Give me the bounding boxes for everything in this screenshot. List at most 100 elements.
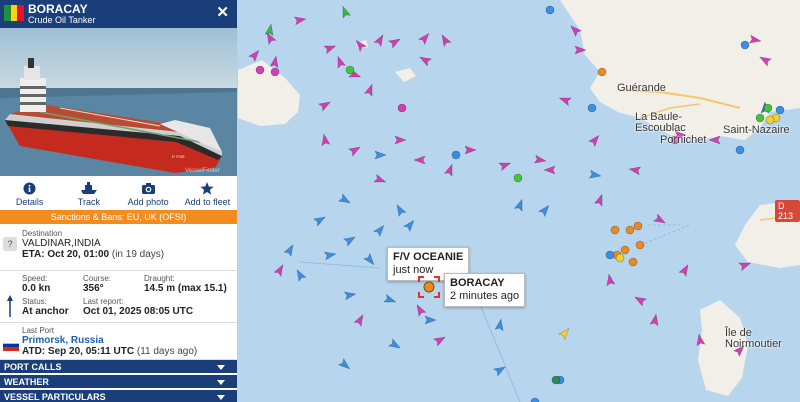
vessel-marker[interactable] <box>464 145 477 155</box>
vessel-marker[interactable] <box>735 145 745 155</box>
vessel-marker[interactable] <box>628 257 638 267</box>
vessel-marker[interactable] <box>558 94 572 107</box>
vessel-marker[interactable] <box>334 55 347 69</box>
add-photo-button[interactable]: Add photo <box>120 182 176 210</box>
vessel-marker[interactable] <box>353 38 367 53</box>
vessel-marker[interactable] <box>533 154 547 165</box>
vessel-marker[interactable] <box>498 159 512 172</box>
vessel-marker[interactable] <box>313 214 328 227</box>
selected-vessel-marker[interactable] <box>418 276 440 298</box>
vessel-marker[interactable] <box>593 193 606 207</box>
vessel-marker[interactable] <box>763 103 773 113</box>
vessel-marker[interactable] <box>587 103 597 113</box>
vessel-marker[interactable] <box>293 15 307 26</box>
vessel-marker[interactable] <box>530 397 540 402</box>
vessel-marker[interactable] <box>339 5 352 19</box>
vessel-marker[interactable] <box>248 48 262 63</box>
vessel-photo[interactable]: P. FOS VesselFinder <box>0 28 237 176</box>
vessel-marker[interactable] <box>605 250 615 260</box>
vessel-tooltip-boracay[interactable]: BORACAY 2 minutes ago <box>444 273 526 307</box>
add-to-fleet-button[interactable]: Add to fleet <box>179 182 235 210</box>
vessel-marker[interactable] <box>755 113 765 123</box>
vessel-marker[interactable] <box>397 103 407 113</box>
vessel-marker[interactable] <box>493 364 508 377</box>
vessel-marker[interactable] <box>615 253 625 263</box>
section-vessel-particulars[interactable]: VESSEL PARTICULARS <box>0 390 237 402</box>
vessel-marker[interactable] <box>363 83 376 97</box>
vessel-marker[interactable] <box>558 326 572 341</box>
vessel-marker[interactable] <box>758 54 772 67</box>
vessel-marker[interactable] <box>318 99 333 112</box>
vessel-marker[interactable] <box>343 290 357 301</box>
vessel-marker[interactable] <box>424 315 437 325</box>
vessel-marker[interactable] <box>574 45 587 55</box>
vessel-marker[interactable] <box>588 169 602 180</box>
vessel-marker[interactable] <box>628 165 642 176</box>
vessel-marker[interactable] <box>588 133 602 148</box>
vessel-marker[interactable] <box>765 115 775 125</box>
vessel-marker[interactable] <box>748 34 762 45</box>
vessel-marker[interactable] <box>543 165 556 175</box>
section-port-calls[interactable]: PORT CALLS <box>0 360 237 375</box>
vessel-marker[interactable] <box>568 23 583 38</box>
vessel-marker[interactable] <box>633 221 643 231</box>
close-icon[interactable]: ✕ <box>216 5 229 21</box>
vessel-marker[interactable] <box>439 33 452 47</box>
vessel-marker[interactable] <box>635 240 645 250</box>
vessel-marker[interactable] <box>418 54 432 67</box>
vessel-marker[interactable] <box>443 163 456 177</box>
vessel-marker[interactable] <box>433 334 448 347</box>
vessel-marker[interactable] <box>414 303 427 317</box>
vessel-marker[interactable] <box>388 338 403 351</box>
vessel-marker[interactable] <box>373 223 387 238</box>
section-weather[interactable]: WEATHER <box>0 375 237 390</box>
vessel-marker[interactable] <box>283 243 296 257</box>
vessel-marker[interactable] <box>337 358 353 372</box>
vessel-marker[interactable] <box>649 313 660 327</box>
vessel-marker[interactable] <box>269 55 280 69</box>
vessel-marker[interactable] <box>513 198 526 212</box>
vessel-marker[interactable] <box>610 225 620 235</box>
vessel-marker[interactable] <box>513 173 523 183</box>
vessel-marker[interactable] <box>388 36 403 49</box>
vessel-marker[interactable] <box>373 33 386 47</box>
vessel-marker[interactable] <box>451 150 461 160</box>
vessel-marker[interactable] <box>320 133 331 147</box>
vessel-marker[interactable] <box>373 173 387 186</box>
track-button[interactable]: Track <box>61 182 117 210</box>
vessel-marker[interactable] <box>348 144 363 157</box>
vessel-marker[interactable] <box>343 234 358 247</box>
vessel-marker[interactable] <box>345 65 355 75</box>
vessel-marker[interactable] <box>625 225 635 235</box>
vessel-marker[interactable] <box>323 250 337 261</box>
last-port-link[interactable]: Primorsk, Russia <box>22 335 237 346</box>
vessel-marker[interactable] <box>363 252 377 268</box>
vessel-marker[interactable] <box>678 263 691 277</box>
details-button[interactable]: Details <box>2 182 58 210</box>
vessel-marker[interactable] <box>394 203 407 217</box>
vessel-marker[interactable] <box>255 65 265 75</box>
vessel-marker[interactable] <box>418 31 432 46</box>
vessel-marker[interactable] <box>264 23 275 37</box>
vessel-marker[interactable] <box>775 105 785 115</box>
vessel-marker[interactable] <box>740 40 750 50</box>
vessel-marker[interactable] <box>394 135 407 145</box>
vessel-marker[interactable] <box>338 193 353 206</box>
vessel-marker[interactable] <box>383 293 397 306</box>
vessel-marker[interactable] <box>545 5 555 15</box>
vessel-marker[interactable] <box>708 135 721 145</box>
vessel-marker[interactable] <box>374 150 387 160</box>
vessel-marker[interactable] <box>695 333 706 347</box>
vessel-marker[interactable] <box>538 203 552 218</box>
vessel-marker[interactable] <box>653 213 668 226</box>
vessel-marker[interactable] <box>494 318 505 332</box>
vessel-marker[interactable] <box>551 375 561 385</box>
vessel-marker[interactable] <box>273 263 286 277</box>
vessel-marker[interactable] <box>633 294 647 307</box>
vessel-marker[interactable] <box>738 259 752 272</box>
vessel-marker[interactable] <box>413 155 426 165</box>
vessel-marker[interactable] <box>294 268 307 282</box>
vessel-marker[interactable] <box>620 245 630 255</box>
vessel-marker[interactable] <box>270 67 280 77</box>
vessel-marker[interactable] <box>403 218 417 233</box>
